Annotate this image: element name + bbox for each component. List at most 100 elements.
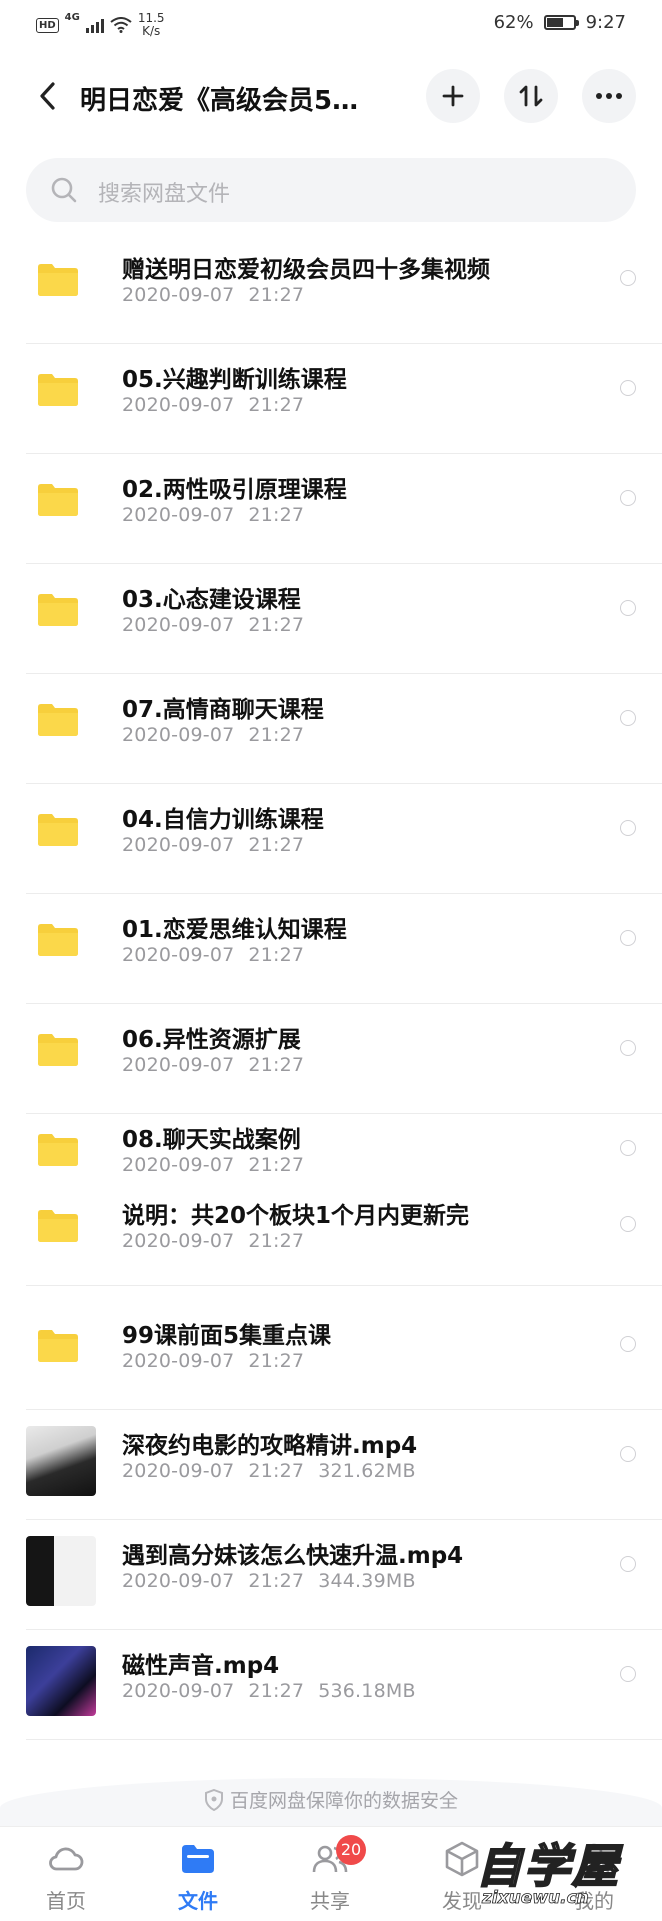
battery-icon [543, 15, 579, 30]
folder-icon [38, 1034, 78, 1066]
folder-row[interactable]: 03.心态建设课程 2020-09-07 21:27 [26, 566, 662, 674]
file-name: 05.兴趣判断训练课程 [122, 367, 347, 393]
video-row[interactable]: 深夜约电影的攻略精讲.mp4 2020-09-07 21:27 321.62MB [26, 1412, 662, 1520]
row-divider [26, 783, 662, 784]
page-title: 明日恋爱《高级会员5… [80, 86, 359, 116]
file-time: 21:27 [248, 1680, 305, 1702]
row-divider [26, 1113, 662, 1114]
row-divider [26, 453, 662, 454]
select-checkbox[interactable] [620, 1216, 636, 1232]
file-meta: 2020-09-07 21:27 321.62MB [122, 1460, 430, 1482]
add-button[interactable] [426, 69, 480, 123]
file-time: 21:27 [248, 1230, 305, 1252]
search-icon [51, 177, 77, 203]
select-checkbox[interactable] [620, 1666, 636, 1682]
file-meta: 2020-09-07 21:27 [122, 394, 318, 416]
select-checkbox[interactable] [620, 1140, 636, 1156]
folder-icon [38, 1330, 78, 1362]
file-meta: 2020-09-07 21:27 [122, 284, 318, 306]
sort-icon [519, 85, 543, 107]
select-checkbox[interactable] [620, 270, 636, 286]
file-date: 2020-09-07 [122, 724, 235, 746]
file-date: 2020-09-07 [122, 1680, 235, 1702]
shield-icon [204, 1788, 223, 1812]
file-time: 21:27 [248, 614, 305, 636]
file-meta: 2020-09-07 21:27 [122, 1054, 318, 1076]
select-checkbox[interactable] [620, 1446, 636, 1462]
tab-files-label: 文件 [178, 1889, 218, 1913]
watermark-logo: 自学屋 zixuewu.cn [462, 1830, 642, 1916]
file-date: 2020-09-07 [122, 1230, 235, 1252]
select-checkbox[interactable] [620, 710, 636, 726]
file-name: 02.两性吸引原理课程 [122, 477, 347, 503]
row-divider [26, 1629, 662, 1630]
back-icon [40, 82, 55, 110]
folder-row[interactable]: 02.两性吸引原理课程 2020-09-07 21:27 [26, 456, 662, 564]
tab-files[interactable]: 文件 [132, 1827, 264, 1921]
select-checkbox[interactable] [620, 490, 636, 506]
select-checkbox[interactable] [620, 930, 636, 946]
folder-row[interactable]: 06.异性资源扩展 2020-09-07 21:27 [26, 1006, 662, 1114]
folder-icon [182, 1845, 214, 1873]
file-meta: 2020-09-07 21:27 [122, 614, 318, 636]
folder-icon [38, 374, 78, 406]
file-meta: 2020-09-07 21:27 [122, 1350, 318, 1372]
folder-row[interactable]: 99课前面5集重点课 2020-09-07 21:27 [26, 1302, 662, 1410]
file-date: 2020-09-07 [122, 504, 235, 526]
file-date: 2020-09-07 [122, 1570, 235, 1592]
folder-icon [38, 704, 78, 736]
video-row[interactable]: 遇到高分妹该怎么快速升温.mp4 2020-09-07 21:27 344.39MB [26, 1522, 662, 1630]
folder-row[interactable]: 01.恋爱思维认知课程 2020-09-07 21:27 [26, 896, 662, 1004]
sort-button[interactable] [504, 69, 558, 123]
file-meta: 2020-09-07 21:27 [122, 1230, 318, 1252]
folder-icon [38, 264, 78, 296]
search-input[interactable]: 搜索网盘文件 [26, 158, 636, 222]
row-divider [26, 673, 662, 674]
video-thumbnail [26, 1646, 96, 1716]
row-divider [26, 1285, 662, 1286]
folder-row[interactable]: 05.兴趣判断训练课程 2020-09-07 21:27 [26, 346, 662, 454]
status-bar: HD 4G 11.5 K/s 62% 9:27 [0, 0, 662, 46]
folder-row[interactable]: 07.高情商聊天课程 2020-09-07 21:27 [26, 676, 662, 784]
file-name: 深夜约电影的攻略精讲.mp4 [122, 1433, 418, 1459]
folder-row[interactable]: 赠送明日恋爱初级会员四十多集视频 2020-09-07 21:27 [26, 236, 662, 344]
share-badge: 20 [336, 1835, 366, 1865]
video-thumbnail [26, 1426, 96, 1496]
cloud-icon [49, 1847, 84, 1871]
plus-icon [442, 85, 464, 107]
tab-share[interactable]: 20 共享 [264, 1827, 396, 1921]
more-button[interactable] [582, 69, 636, 123]
folder-row[interactable]: 08.聊天实战案例 2020-09-07 21:27 [26, 1116, 662, 1182]
security-note: 百度网盘保障你的数据安全 [0, 1760, 662, 1838]
file-name: 04.自信力训练课程 [122, 807, 324, 833]
folder-row[interactable]: 04.自信力训练课程 2020-09-07 21:27 [26, 786, 662, 894]
tab-share-label: 共享 [310, 1889, 350, 1913]
file-size: 536.18MB [318, 1680, 416, 1702]
file-time: 21:27 [248, 1460, 305, 1482]
signal-icon [85, 17, 104, 33]
clock: 9:27 [585, 12, 626, 33]
select-checkbox[interactable] [620, 380, 636, 396]
file-meta: 2020-09-07 21:27 [122, 944, 318, 966]
select-checkbox[interactable] [620, 1336, 636, 1352]
file-size: 321.62MB [318, 1460, 416, 1482]
select-checkbox[interactable] [620, 1040, 636, 1056]
folder-row[interactable]: 说明：共20个板块1个月内更新完 2020-09-07 21:27 [26, 1182, 662, 1286]
file-name: 07.高情商聊天课程 [122, 697, 324, 723]
file-time: 21:27 [248, 944, 305, 966]
tab-home[interactable]: 首页 [0, 1827, 132, 1921]
select-checkbox[interactable] [620, 820, 636, 836]
file-date: 2020-09-07 [122, 944, 235, 966]
folder-icon [38, 1210, 78, 1242]
file-time: 21:27 [248, 834, 305, 856]
video-row[interactable]: 磁性声音.mp4 2020-09-07 21:27 536.18MB [26, 1632, 662, 1740]
folder-icon [38, 1134, 78, 1166]
security-note-text: 百度网盘保障你的数据安全 [229, 1790, 458, 1812]
select-checkbox[interactable] [620, 1556, 636, 1572]
select-checkbox[interactable] [620, 600, 636, 616]
file-size: 344.39MB [318, 1570, 416, 1592]
file-name: 06.异性资源扩展 [122, 1027, 301, 1053]
file-meta: 2020-09-07 21:27 [122, 724, 318, 746]
folder-icon [38, 814, 78, 846]
back-button[interactable] [28, 76, 68, 116]
